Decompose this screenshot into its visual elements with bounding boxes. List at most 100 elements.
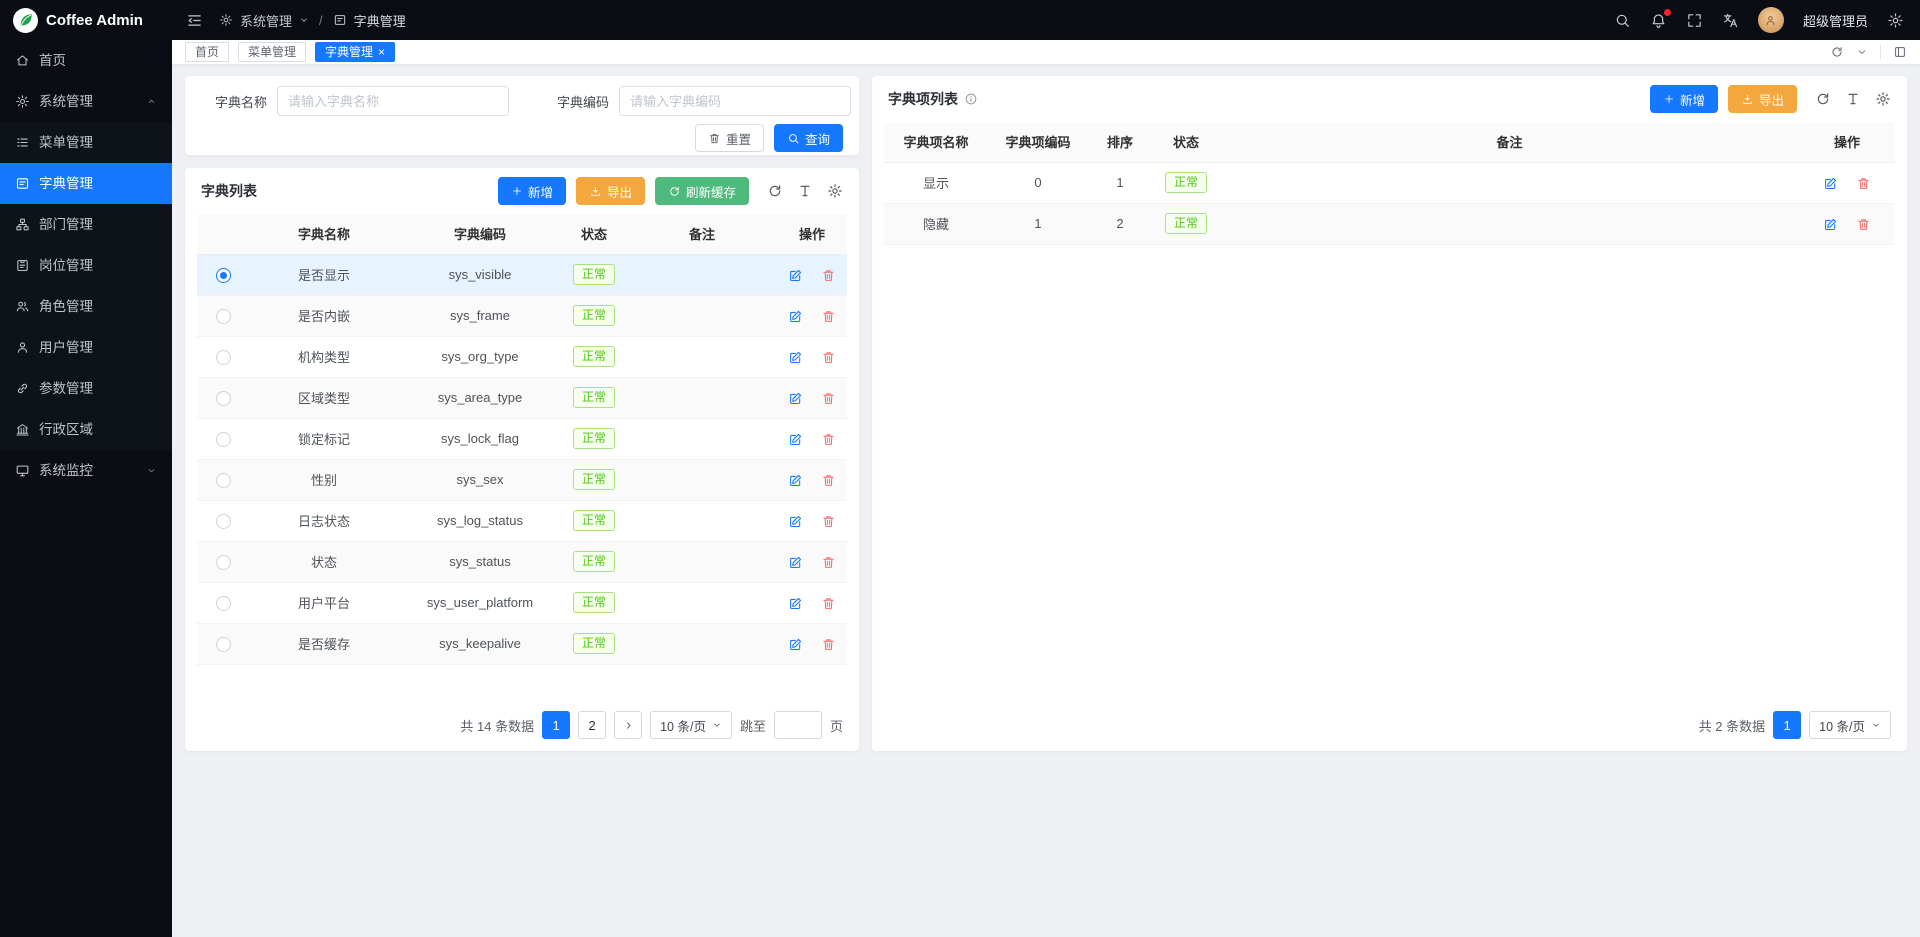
table-row[interactable]: 隐藏 1 2 正常 [884, 203, 1895, 244]
refresh-table-icon[interactable] [767, 183, 783, 199]
row-radio[interactable] [216, 473, 231, 488]
delete-icon[interactable] [821, 636, 836, 652]
table-row[interactable]: 是否内嵌 sys_frame 正常 [197, 295, 847, 336]
sidebar-item-system[interactable]: 系统管理 [0, 81, 172, 122]
tab-menu-chevron-icon[interactable] [1856, 46, 1868, 58]
sidebar-item-dept[interactable]: 部门管理 [0, 204, 172, 245]
edit-icon[interactable] [788, 554, 803, 570]
breadcrumb-system[interactable]: 系统管理 [240, 11, 292, 30]
add-dict-button[interactable]: 新增 [498, 177, 566, 205]
collapse-sidebar-icon[interactable] [186, 12, 203, 29]
jump-page-input[interactable] [774, 711, 822, 739]
tab[interactable]: 字典管理 × [315, 42, 395, 62]
export-dict-button[interactable]: 导出 [576, 177, 645, 205]
reset-button[interactable]: 重置 [695, 124, 764, 152]
fullscreen-icon[interactable] [1686, 12, 1703, 29]
column-settings-icon[interactable] [827, 183, 843, 199]
row-radio[interactable] [216, 432, 231, 447]
delete-icon[interactable] [821, 349, 836, 365]
table-row[interactable]: 机构类型 sys_org_type 正常 [197, 336, 847, 377]
query-button[interactable]: 查询 [774, 124, 843, 152]
tabbar: 首页 菜单管理 字典管理 × [172, 40, 1920, 65]
delete-icon[interactable] [821, 554, 836, 570]
refresh-table-icon[interactable] [1815, 91, 1831, 107]
sidebar-item-home[interactable]: 首页 [0, 40, 172, 81]
table-row[interactable]: 是否显示 sys_visible 正常 [197, 254, 847, 295]
row-radio[interactable] [216, 309, 231, 324]
edit-icon[interactable] [788, 390, 803, 406]
export-dict-item-button[interactable]: 导出 [1728, 85, 1797, 113]
sidebar-item-menu[interactable]: 菜单管理 [0, 122, 172, 163]
edit-icon[interactable] [788, 636, 803, 652]
add-dict-item-button[interactable]: 新增 [1650, 85, 1718, 113]
edit-icon[interactable] [1823, 216, 1838, 232]
layout-toggle-icon[interactable] [1893, 45, 1907, 59]
settings-gear-icon[interactable] [1887, 12, 1904, 29]
delete-icon[interactable] [1856, 175, 1871, 191]
refresh-cache-button[interactable]: 刷新缓存 [655, 177, 749, 205]
sidebar-item-role[interactable]: 角色管理 [0, 286, 172, 327]
close-tab-icon[interactable]: × [378, 46, 385, 58]
sidebar-item-post[interactable]: 岗位管理 [0, 245, 172, 286]
translate-icon[interactable] [1722, 12, 1739, 29]
row-radio[interactable] [216, 637, 231, 652]
dict-name-input[interactable] [277, 86, 509, 116]
delete-icon[interactable] [821, 308, 836, 324]
edit-icon[interactable] [788, 595, 803, 611]
delete-icon[interactable] [821, 390, 836, 406]
info-icon[interactable] [964, 92, 978, 106]
font-size-icon[interactable] [1845, 91, 1861, 107]
username[interactable]: 超级管理员 [1803, 11, 1868, 30]
tab[interactable]: 首页 [185, 42, 229, 62]
delete-icon[interactable] [821, 472, 836, 488]
search-icon[interactable] [1614, 12, 1631, 29]
delete-icon[interactable] [1856, 216, 1871, 232]
edit-icon[interactable] [788, 308, 803, 324]
column-header: 备注 [627, 214, 777, 254]
page-size-select[interactable]: 10 条/页 [650, 711, 732, 739]
table-row[interactable]: 状态 sys_status 正常 [197, 541, 847, 582]
sidebar-item-monitor[interactable]: 系统监控 [0, 450, 172, 491]
delete-icon[interactable] [821, 513, 836, 529]
edit-icon[interactable] [788, 431, 803, 447]
table-row[interactable]: 是否缓存 sys_keepalive 正常 [197, 623, 847, 664]
row-radio[interactable] [216, 596, 231, 611]
tab[interactable]: 菜单管理 [238, 42, 306, 62]
delete-icon[interactable] [821, 595, 836, 611]
user-avatar[interactable] [1758, 7, 1784, 33]
sidebar-item-dict[interactable]: 字典管理 [0, 163, 172, 204]
edit-icon[interactable] [1823, 175, 1838, 191]
row-radio[interactable] [216, 391, 231, 406]
dict-code-cell: sys_frame [399, 295, 561, 336]
dict-code-input[interactable] [619, 86, 851, 116]
sidebar-item-param[interactable]: 参数管理 [0, 368, 172, 409]
table-row[interactable]: 日志状态 sys_log_status 正常 [197, 500, 847, 541]
edit-icon[interactable] [788, 349, 803, 365]
font-size-icon[interactable] [797, 183, 813, 199]
row-radio[interactable] [216, 555, 231, 570]
page-size-select[interactable]: 10 条/页 [1809, 711, 1891, 739]
page-button[interactable]: 1 [1773, 711, 1801, 739]
column-settings-icon[interactable] [1875, 91, 1891, 107]
row-radio[interactable] [216, 350, 231, 365]
row-radio[interactable] [216, 268, 231, 283]
table-row[interactable]: 性别 sys_sex 正常 [197, 459, 847, 500]
sidebar-item-user[interactable]: 用户管理 [0, 327, 172, 368]
table-row[interactable]: 用户平台 sys_user_platform 正常 [197, 582, 847, 623]
edit-icon[interactable] [788, 472, 803, 488]
edit-icon[interactable] [788, 267, 803, 283]
page-button[interactable]: 2 [578, 711, 606, 739]
edit-icon[interactable] [788, 513, 803, 529]
refresh-page-icon[interactable] [1830, 45, 1844, 59]
table-row[interactable]: 显示 0 1 正常 [884, 162, 1895, 203]
table-row[interactable]: 区域类型 sys_area_type 正常 [197, 377, 847, 418]
sidebar-item-region[interactable]: 行政区域 [0, 409, 172, 450]
notifications-button[interactable] [1650, 12, 1667, 29]
app-logo[interactable]: Coffee Admin [0, 0, 172, 40]
table-row[interactable]: 锁定标记 sys_lock_flag 正常 [197, 418, 847, 459]
row-radio[interactable] [216, 514, 231, 529]
next-page-button[interactable] [614, 711, 642, 739]
delete-icon[interactable] [821, 431, 836, 447]
delete-icon[interactable] [821, 267, 836, 283]
page-button[interactable]: 1 [542, 711, 570, 739]
